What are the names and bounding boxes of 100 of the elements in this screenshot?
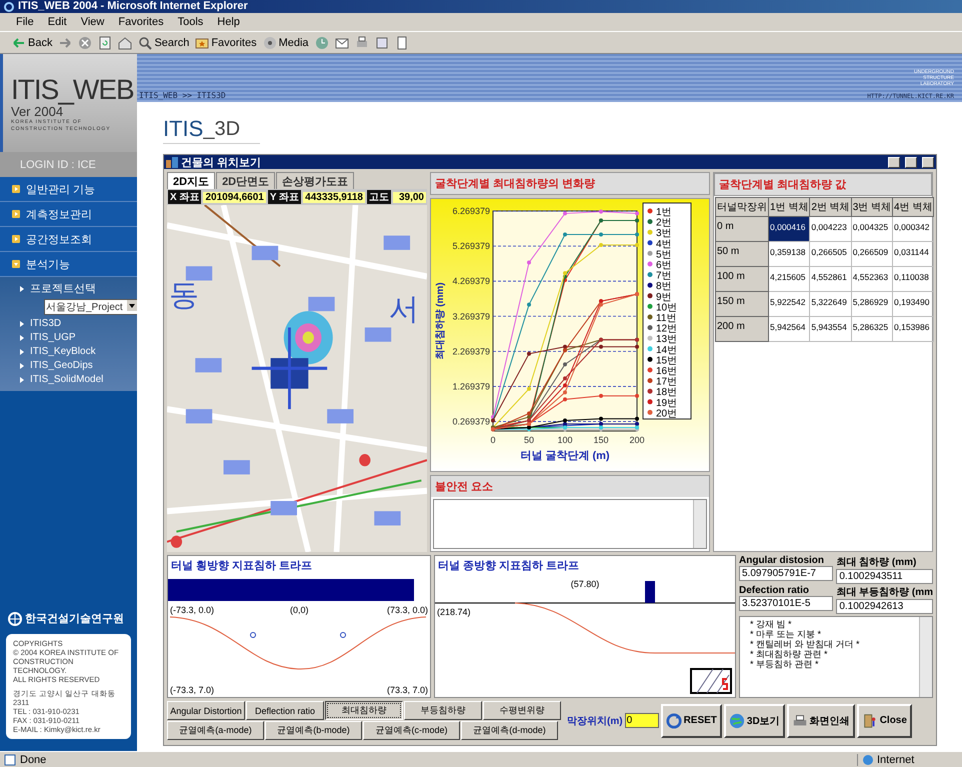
row-header: 200 m [716,316,768,342]
legend-label: 18번 [656,387,678,398]
coordinate-label: (73.3, 0.0) [386,605,428,615]
legend-label: 12번 [656,324,678,335]
x-tick-label: 0 [490,435,496,445]
legend-label: 3번 [656,228,672,240]
coordinate-value: 201094,6601 [203,192,266,202]
legend-label: 9번 [656,292,672,303]
table-cell: 5,942564 [768,316,810,342]
panel-title: 터널 종방향 지표침하 트라프 [437,559,580,574]
legend-label: 5번 [656,249,672,260]
result-value: 0.1002943511 [836,569,933,584]
login-id: LOGIN ID : ICE [0,152,137,177]
panel-title: 불안전 요소 [431,476,709,497]
column-header: 2번 벽체 [810,198,852,216]
column-header: 4번 벽체 [892,198,934,216]
row-header: 50 m [716,242,768,266]
note-line: * 부등침하 관련 * [750,659,820,669]
column-header: 3번 벽체 [851,198,893,216]
viewer-title: 건물의 위치보기 [181,156,262,170]
legend-label: 19번 [656,398,678,409]
legend-label: 15번 [656,355,678,366]
table-cell: 0,359138 [768,242,810,266]
note-line: * 최대침하량 관련 * [750,649,829,659]
coordinate-label: Y 좌표 [268,190,302,204]
x-tick-label: 200 [629,435,645,445]
row-header: 150 m [716,292,768,316]
legend-label: 16번 [656,366,678,377]
legend-label: 1번 [656,207,672,218]
x-tick-label: 100 [557,435,573,445]
window-title: ITIS_WEB 2004 - Microsoft Internet Explorer [18,0,248,13]
version-text: Ver 2004 [11,104,64,119]
legend-label: 14번 [656,344,678,356]
legend-label: 10번 [656,302,678,314]
y-tick-label: 3.269379 [452,311,490,322]
table-cell: 4,552363 [851,266,893,292]
column-header: 터널막장위 [716,198,768,216]
row-header: 0 m [716,216,768,242]
status-text: Done [20,754,46,766]
table-cell: 0,193490 [892,292,934,316]
coordinate-value: 443335,9118 [303,192,365,202]
coordinate-label: (218.74) [437,607,471,617]
breadcrumb: ITIS_WEB >> ITIS3D [139,91,226,100]
table-title: 굴착단계별 최대침하량 값 [714,173,932,196]
result-label: Angular distosion [739,555,825,566]
table-cell: 0,004325 [851,216,893,242]
result-value: 0.1002942613 [836,599,933,614]
page-subtitle: _3D [203,115,260,144]
y-tick-label: 2.269379 [452,346,490,356]
coordinate-label: 고도 [366,190,391,204]
legend-label: 4번 [656,238,672,250]
map-label: 동 [169,278,199,314]
coordinate-label: (73.3, 7.0) [386,685,428,695]
legend-label: 11번 [656,313,676,324]
note-line: * 강재 빔 * [750,619,793,629]
legend-label: 2번 [656,218,672,229]
table-cell: 0,266509 [851,242,893,266]
page-title: ITIS [163,115,204,144]
column-header: 1번 벽체 [768,198,810,216]
y-tick-label: 1.269379 [452,381,490,392]
x-axis-label: 터널 굴착단계 (m) [520,450,610,462]
table-cell: 4,215605 [768,266,810,292]
coordinate-value: 39,00 [392,192,426,202]
row-header: 100 m [716,266,768,292]
logo-text: ITIS_WEB [11,76,135,104]
table-cell: 0,000342 [892,216,934,242]
table-cell: 0,031144 [892,242,934,266]
legend-label: 17번 [656,376,678,388]
table-cell: 0,004223 [810,216,852,242]
zone-text: Internet [877,754,914,766]
y-tick-label: 4.269379 [452,276,490,286]
coordinate-label: (57.80) [570,579,600,589]
legend-label: 6번 [656,260,672,271]
result-label: Defection ratio [739,585,810,596]
table-cell: 5,286929 [851,292,893,316]
y-tick-label: 0.269379 [452,416,490,427]
legend-label: 7번 [656,270,672,282]
table-cell: 0,153986 [892,316,934,342]
y-tick-label: 6.269379 [452,206,490,216]
y-axis-label: 최대침하량 (mm) [435,282,446,360]
coordinate-label: (-73.3, 0.0) [170,605,214,615]
coordinate-label: (0,0) [290,605,309,615]
result-value: 5.097905791E-7 [739,566,834,581]
note-line: * 캔틸레버 와 받침대 거더 * [750,639,861,649]
legend-label: 13번 [656,334,678,346]
table-cell: 5,943554 [810,316,852,342]
table-cell: 0,266505 [810,242,852,266]
x-tick-label: 50 [524,435,534,445]
table-cell: 5,922542 [768,292,810,316]
y-tick-label: 5.269379 [452,241,490,252]
result-value: 3.52370101E-5 [739,596,834,611]
table-cell: 4,552861 [810,266,852,292]
coordinate-label: X 좌표 [168,190,202,204]
note-line: * 마루 또는 지붕 * [750,629,822,639]
chart-title: 굴착단계별 최대침하량의 변화량 [430,172,710,195]
table-cell: 5,322649 [810,292,852,316]
field-label: 막장위치(m) [567,714,623,728]
coordinate-label: (-73.3, 7.0) [170,685,214,695]
legend-label: 8번 [656,281,672,292]
institute-name: 한국건설기술연구원 [25,612,124,626]
